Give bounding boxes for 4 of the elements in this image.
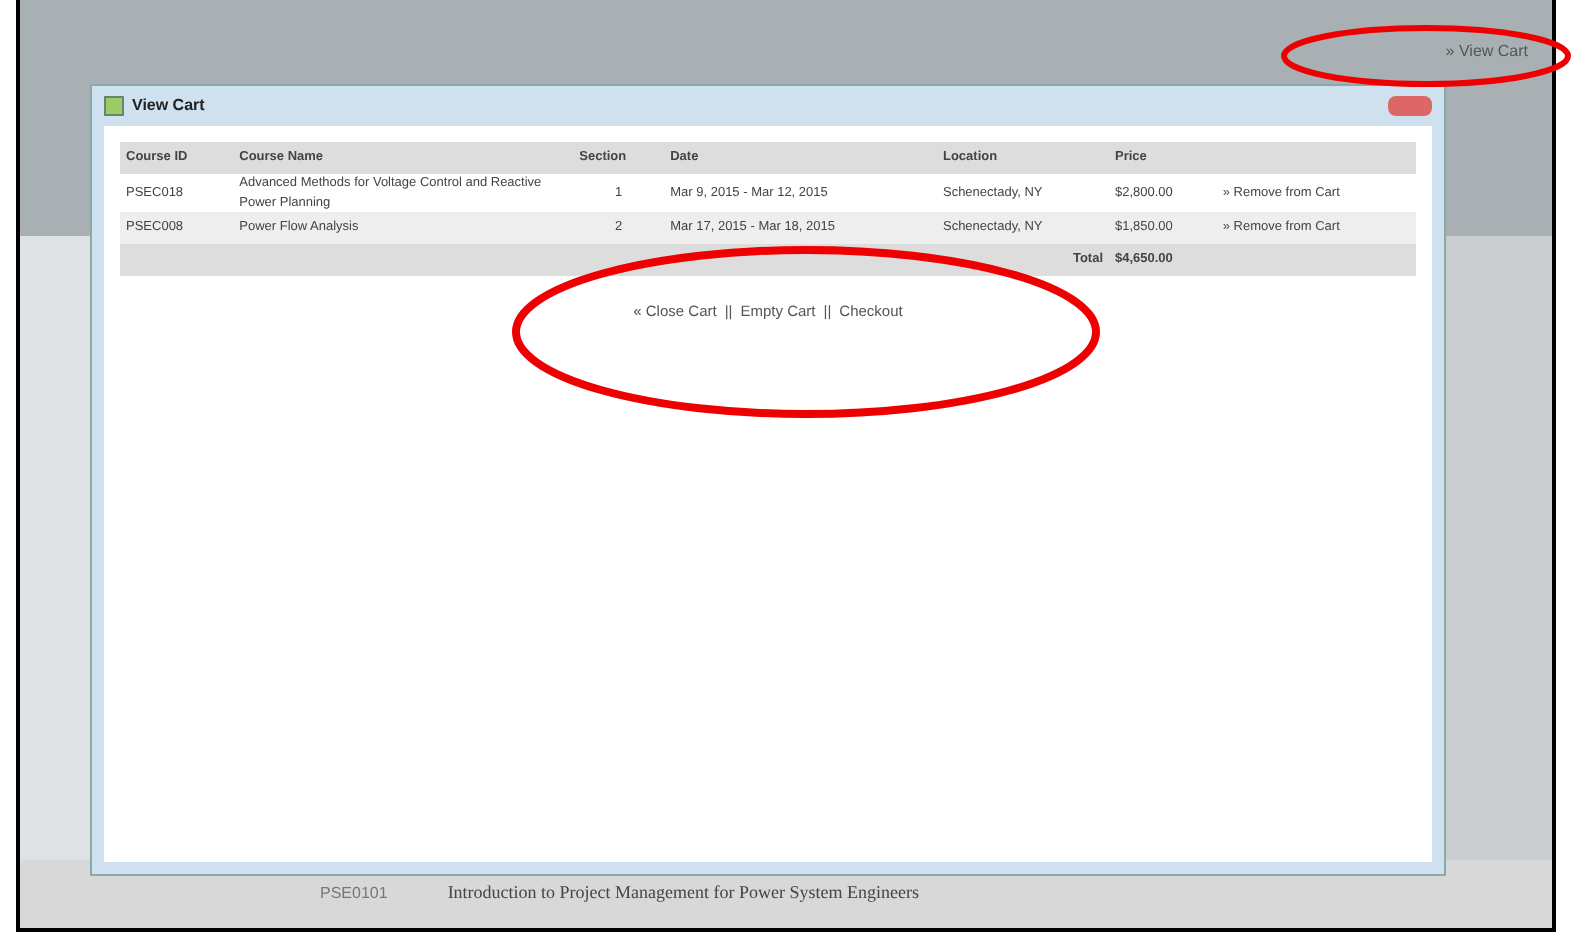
course-name: Introduction to Project Management for Power System Engineers [447,880,920,907]
dialog-title: View Cart [132,94,205,118]
close-button[interactable] [1388,96,1432,116]
course-id: PSE0101 [320,882,388,906]
